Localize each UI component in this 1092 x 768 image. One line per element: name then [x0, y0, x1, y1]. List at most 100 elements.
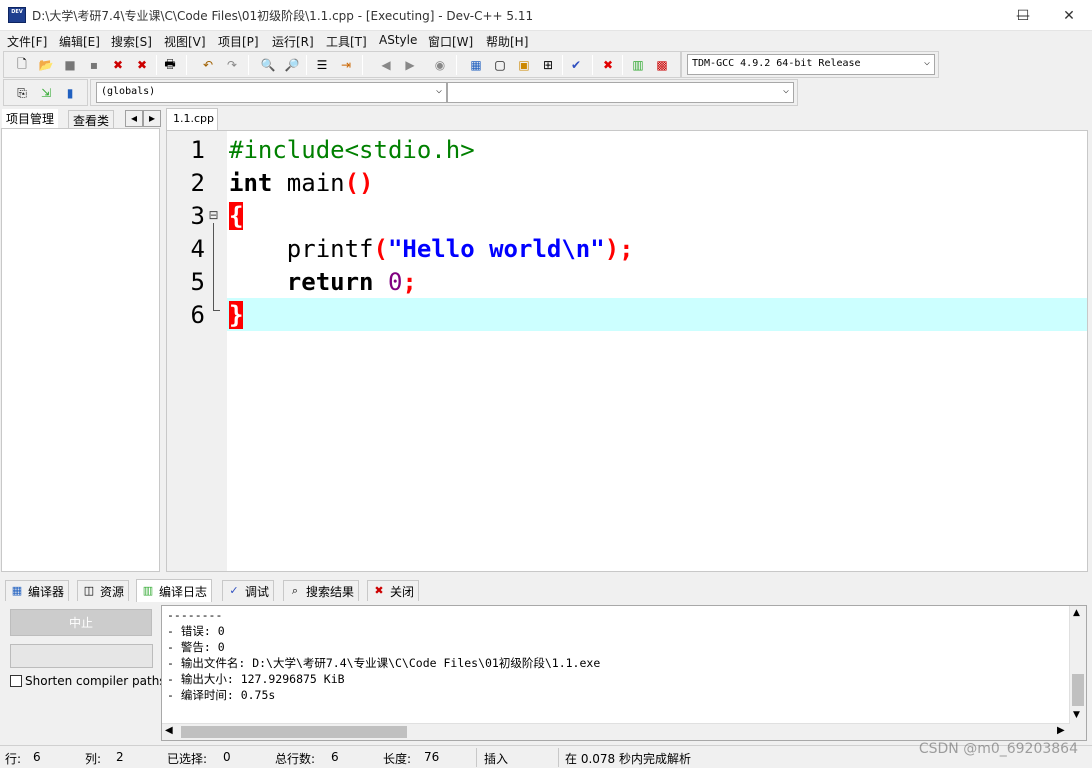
close-file-icon[interactable]: ✖ — [108, 55, 128, 75]
tab-close-panel[interactable]: ✖ 关闭 — [367, 580, 420, 601]
brace-open-highlighted: { — [229, 202, 244, 230]
brace-close-highlighted: } — [229, 301, 244, 329]
keyword: int — [229, 169, 273, 197]
search-results-icon: ⌕ — [291, 584, 299, 597]
preprocessor-directive: #include<stdio.h> — [229, 136, 475, 164]
bottom-panel-tabs: ▦ 编译器 ◫ 资源 ▥ 编译日志 ✓ 调试 ⌕ 搜索结果 ✖ 关闭 — [0, 578, 1092, 602]
shorten-paths-option[interactable]: Shorten compiler paths — [10, 674, 166, 688]
menu-view[interactable]: 视图[V] — [164, 33, 206, 50]
fold-collapse-icon[interactable]: ⊟ — [207, 209, 220, 222]
status-sel-value: 0 — [223, 750, 231, 764]
new-file-icon[interactable]: 🗋 — [12, 55, 32, 75]
scroll-left-icon[interactable]: ◀ — [165, 725, 173, 736]
menu-astyle[interactable]: AStyle — [379, 33, 417, 47]
compile-run-icon[interactable]: ▣ — [514, 55, 534, 75]
delete-profile-icon[interactable]: ▩ — [652, 55, 672, 75]
current-line-highlight — [227, 298, 1087, 331]
menu-tools[interactable]: 工具[T] — [326, 33, 367, 50]
status-parse-message: 在 0.078 秒内完成解析 — [565, 752, 691, 766]
menu-window[interactable]: 窗口[W] — [428, 33, 473, 50]
abort-compile-button[interactable]: 中止 — [10, 609, 152, 636]
compiler-icon: ▦ — [11, 584, 23, 597]
find-icon[interactable]: 🔍 — [258, 55, 278, 75]
menu-search[interactable]: 搜索[S] — [111, 33, 152, 50]
menu-project[interactable]: 项目[P] — [218, 33, 259, 50]
menu-run[interactable]: 运行[R] — [272, 33, 314, 50]
menu-edit[interactable]: 编辑[E] — [59, 33, 100, 50]
compiler-select-value: TDM-GCC 4.9.2 64-bit Release — [692, 58, 861, 69]
tab-compiler[interactable]: ▦ 编译器 — [5, 580, 70, 601]
tab-search-results[interactable]: ⌕ 搜索结果 — [283, 580, 360, 601]
log-line: - 错误: 0 — [167, 624, 225, 638]
chevron-down-icon: ⌵ — [923, 57, 930, 68]
undo-icon[interactable]: ↶ — [198, 55, 218, 75]
compile-log[interactable]: -------- - 错误: 0 - 警告: 0 - 输出文件名: D:\大学\… — [161, 605, 1087, 741]
log-line: -------- — [167, 608, 223, 622]
project-options-icon[interactable]: ◉ — [430, 55, 450, 75]
scroll-thumb[interactable] — [1072, 674, 1084, 706]
run-icon[interactable]: ▢ — [490, 55, 510, 75]
maximize-button[interactable]: ☐ — [1000, 0, 1046, 31]
scroll-thumb[interactable] — [181, 726, 407, 738]
log-horizontal-scrollbar[interactable]: ◀ ▶ — [162, 723, 1070, 740]
window-title: D:\大学\考研7.4\专业课\C\Code Files\01初级阶段\1.1.… — [32, 9, 534, 23]
fold-guide — [213, 223, 214, 311]
status-row-label: 行: — [5, 752, 22, 766]
goto-line-icon[interactable]: ⇥ — [336, 55, 356, 75]
compile-icon[interactable]: ▦ — [466, 55, 486, 75]
string-literal: "Hello world\n" — [387, 235, 605, 263]
scroll-down-icon[interactable]: ▼ — [1073, 710, 1080, 720]
tab-class-browser[interactable]: 查看类 — [68, 110, 115, 130]
close-panel-icon: ✖ — [374, 584, 384, 597]
line-number-gutter: 1 2 3 4 5 6 ⊟ — [167, 131, 227, 571]
tab-debug[interactable]: ✓ 调试 — [222, 580, 275, 601]
menu-file[interactable]: 文件[F] — [7, 33, 47, 50]
tab-project-manager[interactable]: 项目管理 — [2, 109, 59, 129]
globals-select[interactable]: (globals) ⌵ — [96, 82, 447, 103]
save-all-icon[interactable]: ▪ — [84, 55, 104, 75]
syntax-check-icon[interactable]: ✔ — [566, 55, 586, 75]
profile-icon[interactable]: ▥ — [628, 55, 648, 75]
shorten-paths-checkbox[interactable] — [10, 675, 22, 687]
status-col-label: 列: — [85, 752, 102, 766]
line-number: 5 — [190, 268, 205, 296]
close-button[interactable]: ✕ — [1046, 0, 1092, 31]
tab-compile-log[interactable]: ▥ 编译日志 — [136, 579, 213, 602]
remove-from-project-icon[interactable]: ▶ — [400, 55, 420, 75]
fold-guide-end — [213, 310, 220, 311]
scroll-up-icon[interactable]: ▲ — [1073, 608, 1080, 618]
code-editor[interactable]: 1 2 3 4 5 6 ⊟ #include<stdio.h> int main… — [166, 130, 1088, 572]
identifier: main — [272, 169, 345, 197]
code-line-2: int main() — [229, 167, 374, 200]
project-tree-panel[interactable] — [1, 128, 160, 572]
open-file-icon[interactable]: 📂 — [36, 55, 56, 75]
save-icon[interactable]: ■ — [60, 55, 80, 75]
scroll-right-icon[interactable]: ▶ — [1057, 725, 1065, 736]
menu-help[interactable]: 帮助[H] — [486, 33, 528, 50]
tab-scroll-left[interactable]: ◂ — [125, 110, 143, 127]
log-vertical-scrollbar[interactable]: ▲ ▼ — [1069, 606, 1086, 740]
status-total-label: 总行数: — [275, 752, 316, 766]
goto-declaration-icon[interactable]: ⇲ — [36, 83, 56, 103]
replace-icon[interactable]: 🔎 — [282, 55, 302, 75]
line-number: 6 — [190, 301, 205, 329]
close-all-icon[interactable]: ✖ — [132, 55, 152, 75]
rebuild-icon[interactable]: ⊞ — [538, 55, 558, 75]
compiler-select[interactable]: TDM-GCC 4.9.2 64-bit Release ⌵ — [687, 54, 935, 75]
globals-select-value: (globals) — [101, 86, 156, 97]
bookmark-icon[interactable]: ▮ — [60, 83, 80, 103]
editor-tab-file[interactable]: 1.1.cpp — [166, 108, 218, 130]
status-total-value: 6 — [331, 750, 339, 764]
chevron-down-icon: ⌵ — [435, 85, 442, 96]
indent-icon[interactable]: ☰ — [312, 55, 332, 75]
insert-icon[interactable]: ⎘ — [12, 83, 32, 103]
tab-scroll-right[interactable]: ▸ — [143, 110, 161, 127]
tab-resources[interactable]: ◫ 资源 — [77, 580, 130, 601]
redo-icon[interactable]: ↷ — [222, 55, 242, 75]
member-select[interactable]: ⌵ — [447, 82, 794, 103]
parens: () — [344, 169, 374, 197]
print-icon[interactable]: 🖶 — [160, 55, 180, 75]
stop-execution-icon[interactable]: ✖ — [598, 55, 618, 75]
add-to-project-icon[interactable]: ◀ — [376, 55, 396, 75]
log-line: - 警告: 0 — [167, 640, 225, 654]
